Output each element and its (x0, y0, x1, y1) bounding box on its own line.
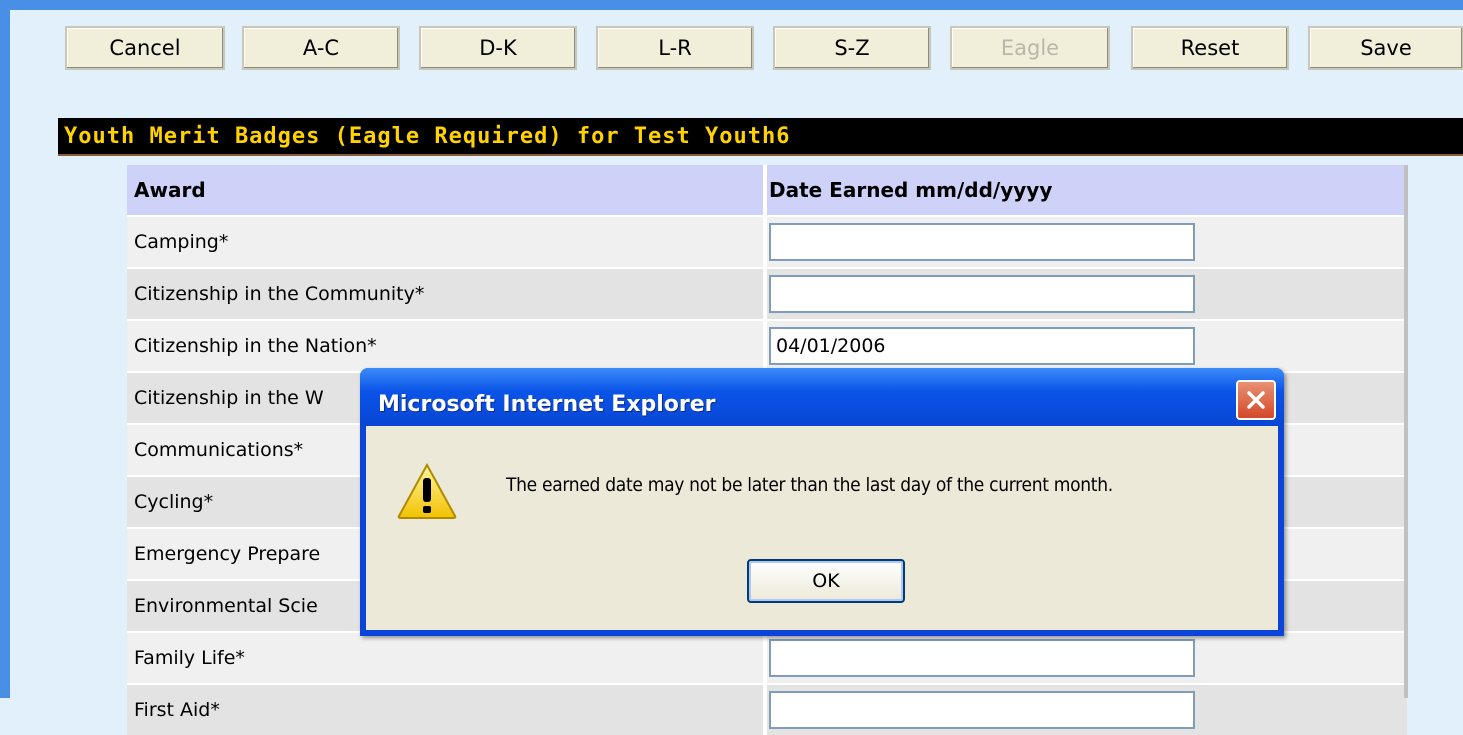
range-s-z-button[interactable]: S-Z (773, 26, 931, 70)
range-a-c-button[interactable]: A-C (242, 26, 400, 70)
close-button[interactable] (1236, 380, 1276, 420)
award-column-header: Award (134, 178, 206, 202)
table-header-row: Award Date Earned mm/dd/yyyy (127, 165, 1407, 215)
award-name: First Aid* (134, 699, 220, 721)
frame-left-border (0, 0, 10, 698)
reset-button[interactable]: Reset (1131, 26, 1289, 70)
section-title: Youth Merit Badges (Eagle Required) for … (58, 118, 1463, 156)
table-row: Citizenship in the Community* (127, 267, 1407, 319)
award-name: Emergency Prepare (134, 543, 321, 565)
column-divider (763, 321, 767, 371)
award-name: Citizenship in the W (134, 387, 324, 409)
close-icon (1247, 391, 1265, 409)
dialog-message: The earned date may not be later than th… (506, 474, 1113, 496)
table-row: Citizenship in the Nation* (127, 319, 1407, 371)
award-name: Citizenship in the Nation* (134, 335, 377, 357)
frame-top-border (0, 0, 1463, 10)
date-earned-input[interactable] (769, 223, 1195, 261)
column-divider (763, 685, 767, 735)
award-name: Communications* (134, 439, 304, 461)
date-earned-input[interactable] (769, 691, 1195, 729)
award-name: Citizenship in the Community* (134, 283, 425, 305)
date-earned-input[interactable] (769, 639, 1195, 677)
award-name: Cycling* (134, 491, 214, 513)
table-row: Camping* (127, 215, 1407, 267)
ok-button[interactable]: OK (747, 559, 905, 603)
range-d-k-button[interactable]: D-K (419, 26, 577, 70)
date-earned-input[interactable] (769, 275, 1195, 313)
eagle-button: Eagle (950, 26, 1110, 70)
date-column-header: Date Earned mm/dd/yyyy (769, 178, 1053, 202)
column-divider (763, 269, 767, 319)
warning-icon (397, 462, 457, 519)
award-name: Camping* (134, 231, 229, 253)
dialog-titlebar[interactable]: Microsoft Internet Explorer (360, 368, 1284, 426)
date-earned-input[interactable] (769, 327, 1195, 365)
alert-dialog: Microsoft Internet Explorer The earned d… (360, 368, 1284, 636)
column-divider (763, 165, 767, 215)
column-divider (763, 217, 767, 267)
save-button[interactable]: Save (1308, 26, 1463, 70)
dialog-body: The earned date may not be later than th… (366, 426, 1278, 630)
table-row: Family Life* (127, 631, 1407, 683)
table-right-edge (1404, 165, 1408, 698)
table-row: First Aid* (127, 683, 1407, 735)
cancel-button[interactable]: Cancel (65, 26, 225, 70)
award-name: Family Life* (134, 647, 245, 669)
range-l-r-button[interactable]: L-R (596, 26, 754, 70)
award-name: Environmental Scie (134, 595, 318, 617)
column-divider (763, 633, 767, 683)
